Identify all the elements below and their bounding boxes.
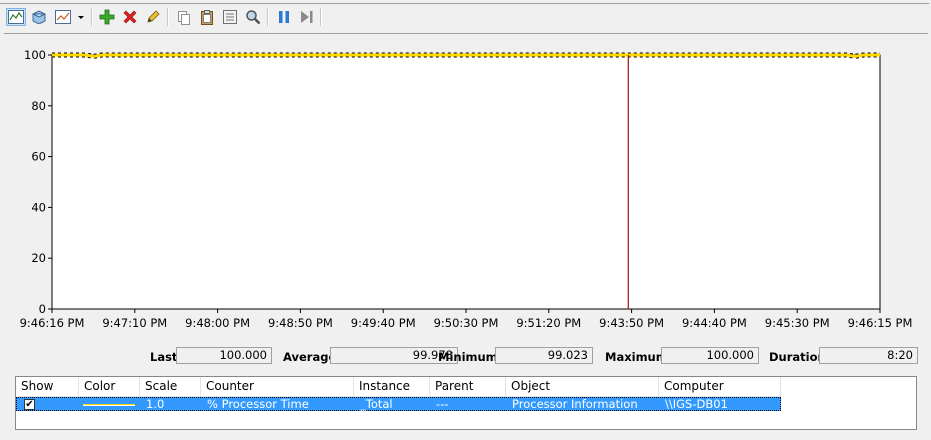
scale-cell: 1.0	[146, 397, 165, 411]
x-tick-label: 9:49:40 PM	[351, 316, 416, 330]
y-tick-label: 20	[31, 251, 46, 265]
change-graph-type-icon	[55, 10, 84, 24]
column-header-show[interactable]: Show	[16, 377, 79, 396]
paste-counter-list-icon	[201, 10, 213, 25]
delete-counter-icon	[123, 10, 137, 24]
properties-icon	[223, 10, 237, 24]
series-line	[52, 53, 880, 58]
statistics-bar: Last 100.000 Average 99.978 Minimum 99.0…	[0, 346, 931, 368]
counter-cell: % Processor Time	[207, 397, 309, 411]
toolbar	[0, 0, 931, 33]
x-tick-label: 9:48:00 PM	[185, 316, 250, 330]
update-data-button[interactable]	[297, 8, 317, 26]
y-tick-label: 0	[39, 302, 46, 316]
y-tick-label: 40	[31, 200, 46, 214]
change-graph-type-button[interactable]	[53, 8, 87, 26]
toolbar-separator	[167, 8, 169, 26]
update-data-icon	[301, 11, 313, 23]
x-tick-label: 9:46:16 PM	[20, 316, 85, 330]
last-value: 100.000	[176, 347, 272, 364]
show-checkbox[interactable]: ✔	[24, 399, 35, 410]
computer-cell: \\IGS-DB01	[665, 397, 728, 411]
x-tick-label: 9:50:30 PM	[434, 316, 499, 330]
minimum-value: 99.023	[495, 347, 593, 364]
series-color-swatch	[83, 404, 135, 406]
view-graph-button[interactable]	[6, 8, 26, 26]
column-header-instance[interactable]: Instance	[354, 377, 430, 396]
last-label: Last	[150, 350, 178, 364]
view-current-activity-icon	[32, 10, 46, 24]
x-tick-label: 9:43:50 PM	[599, 316, 664, 330]
add-counter-icon	[99, 9, 115, 25]
toolbar-separator	[320, 8, 322, 26]
add-counter-button[interactable]	[97, 8, 117, 26]
paste-counter-list-button[interactable]	[197, 8, 217, 26]
counter-list-header: Show Color Scale Counter Instance Parent…	[16, 377, 781, 397]
minimum-label: Minimum	[438, 350, 498, 364]
plot-area	[51, 54, 881, 310]
column-header-counter[interactable]: Counter	[201, 377, 354, 396]
copy-properties-icon	[178, 11, 190, 25]
maximum-value: 100.000	[661, 347, 759, 364]
counter-row[interactable]: ✔ 1.0 % Processor Time _Total --- Proces…	[16, 397, 781, 411]
view-graph-icon	[8, 10, 24, 24]
view-current-activity-button[interactable]	[29, 8, 49, 26]
x-tick-label: 9:46:15 PM	[848, 316, 913, 330]
duration-value: 8:20	[819, 347, 918, 364]
average-label: Average	[283, 350, 337, 364]
instance-cell: _Total	[360, 397, 393, 411]
column-header-object[interactable]: Object	[506, 377, 659, 396]
x-tick-label: 9:47:10 PM	[102, 316, 167, 330]
duration-label: Duration	[769, 350, 826, 364]
column-header-scale[interactable]: Scale	[140, 377, 201, 396]
zoom-button[interactable]	[243, 8, 263, 26]
x-tick-label: 9:45:30 PM	[765, 316, 830, 330]
performance-line-chart[interactable]: 0 20 40 60 80 100 9:46:16 PM 9:47:10 PM 9:48:00 …	[4, 34, 928, 344]
toolbar-separator	[91, 8, 93, 26]
column-header-color[interactable]: Color	[79, 377, 140, 396]
delete-counter-button[interactable]	[120, 8, 140, 26]
graph-panel: 0 20 40 60 80 100 9:46:16 PM 9:47:10 PM 9:48:00 …	[4, 33, 928, 344]
x-tick-label: 9:48:50 PM	[268, 316, 333, 330]
x-tick-label: 9:44:40 PM	[682, 316, 747, 330]
column-header-computer[interactable]: Computer	[659, 377, 781, 396]
toolbar-separator	[267, 8, 269, 26]
maximum-label: Maximum	[605, 350, 668, 364]
object-cell: Processor Information	[512, 397, 638, 411]
freeze-display-icon	[279, 11, 289, 23]
zoom-icon	[246, 10, 261, 25]
parent-cell: ---	[436, 397, 449, 411]
x-tick-label: 9:51:20 PM	[516, 316, 581, 330]
freeze-display-button[interactable]	[274, 8, 294, 26]
highlight-icon	[147, 10, 160, 23]
column-header-parent[interactable]: Parent	[430, 377, 506, 396]
properties-button[interactable]	[220, 8, 240, 26]
counter-list[interactable]: Show Color Scale Counter Instance Parent…	[15, 376, 917, 430]
highlight-button[interactable]	[143, 8, 163, 26]
y-tick-label: 80	[31, 99, 46, 113]
y-tick-label: 100	[24, 48, 46, 62]
copy-properties-button[interactable]	[174, 8, 194, 26]
toolbar-divider	[0, 3, 929, 4]
y-tick-label: 60	[31, 150, 46, 164]
